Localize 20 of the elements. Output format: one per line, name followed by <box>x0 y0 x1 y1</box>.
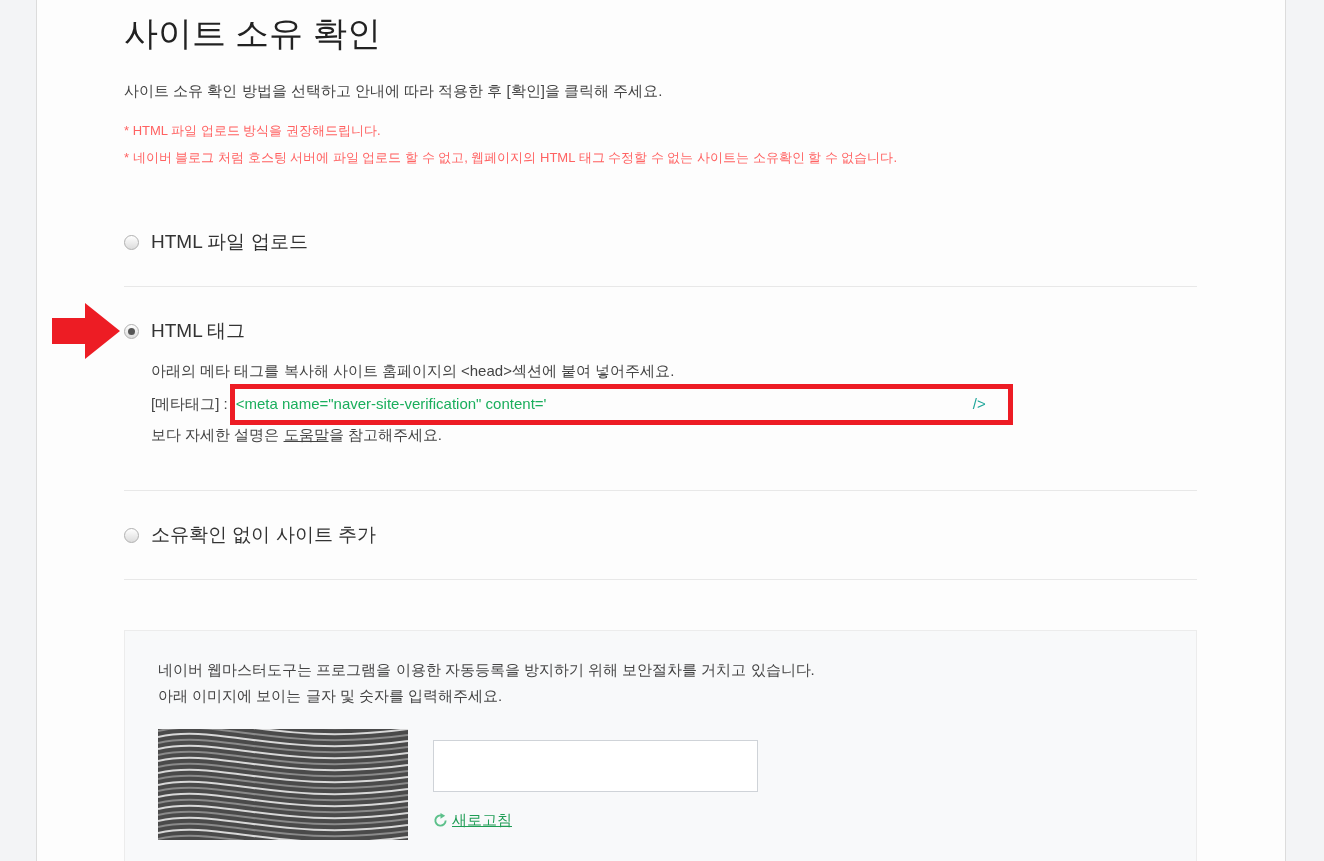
page-title: 사이트 소유 확인 <box>124 13 381 53</box>
meta-tag-label: [메타태그] : <box>151 394 228 414</box>
help-link[interactable]: 도움말 <box>283 426 329 443</box>
help-text: 보다 자세한 설명은 도움말을 참고해주세요. <box>151 425 442 445</box>
meta-tag-code: <meta name="naver-site-verification" content=' <box>235 394 547 414</box>
note-text: * 네이버 블로그 처럼 호스팅 서버에 파일 업로드 할 수 없고, 웹페이지의 HTML 태그 수정할 수 없는 사이트는 소유확인 할 수 없습니다. <box>124 149 898 167</box>
meta-tag-end: /> <box>972 394 986 414</box>
intro-text: 사이트 소유 확인 방법을 선택하고 안내에 따라 적용한 후 [확인]을 클릭해 주세요. <box>124 81 663 101</box>
radio-button[interactable] <box>124 234 139 250</box>
radio-button[interactable] <box>124 323 139 339</box>
captcha-input[interactable] <box>433 740 758 792</box>
captcha-instruction: 아래 이미지에 보이는 글자 및 숫자를 입력해주세요. <box>158 686 503 706</box>
option-label[interactable]: HTML 파일 업로드 <box>151 230 308 254</box>
refresh-icon <box>433 812 448 828</box>
option-label[interactable]: 소유확인 없이 사이트 추가 <box>151 523 376 547</box>
option-label[interactable]: HTML 태그 <box>151 319 246 343</box>
instruction-text: 아래의 메타 태그를 복사해 사이트 홈페이지의 <head>섹션에 붙여 넣어주세요. <box>151 361 675 381</box>
note-text: * HTML 파일 업로드 방식을 권장해드립니다. <box>124 122 381 140</box>
radio-button[interactable] <box>124 527 139 543</box>
captcha-instruction: 네이버 웹마스터도구는 프로그램을 이용한 자동등록을 방지하기 위해 보안절차를 거치고 있습니다. <box>158 660 815 680</box>
